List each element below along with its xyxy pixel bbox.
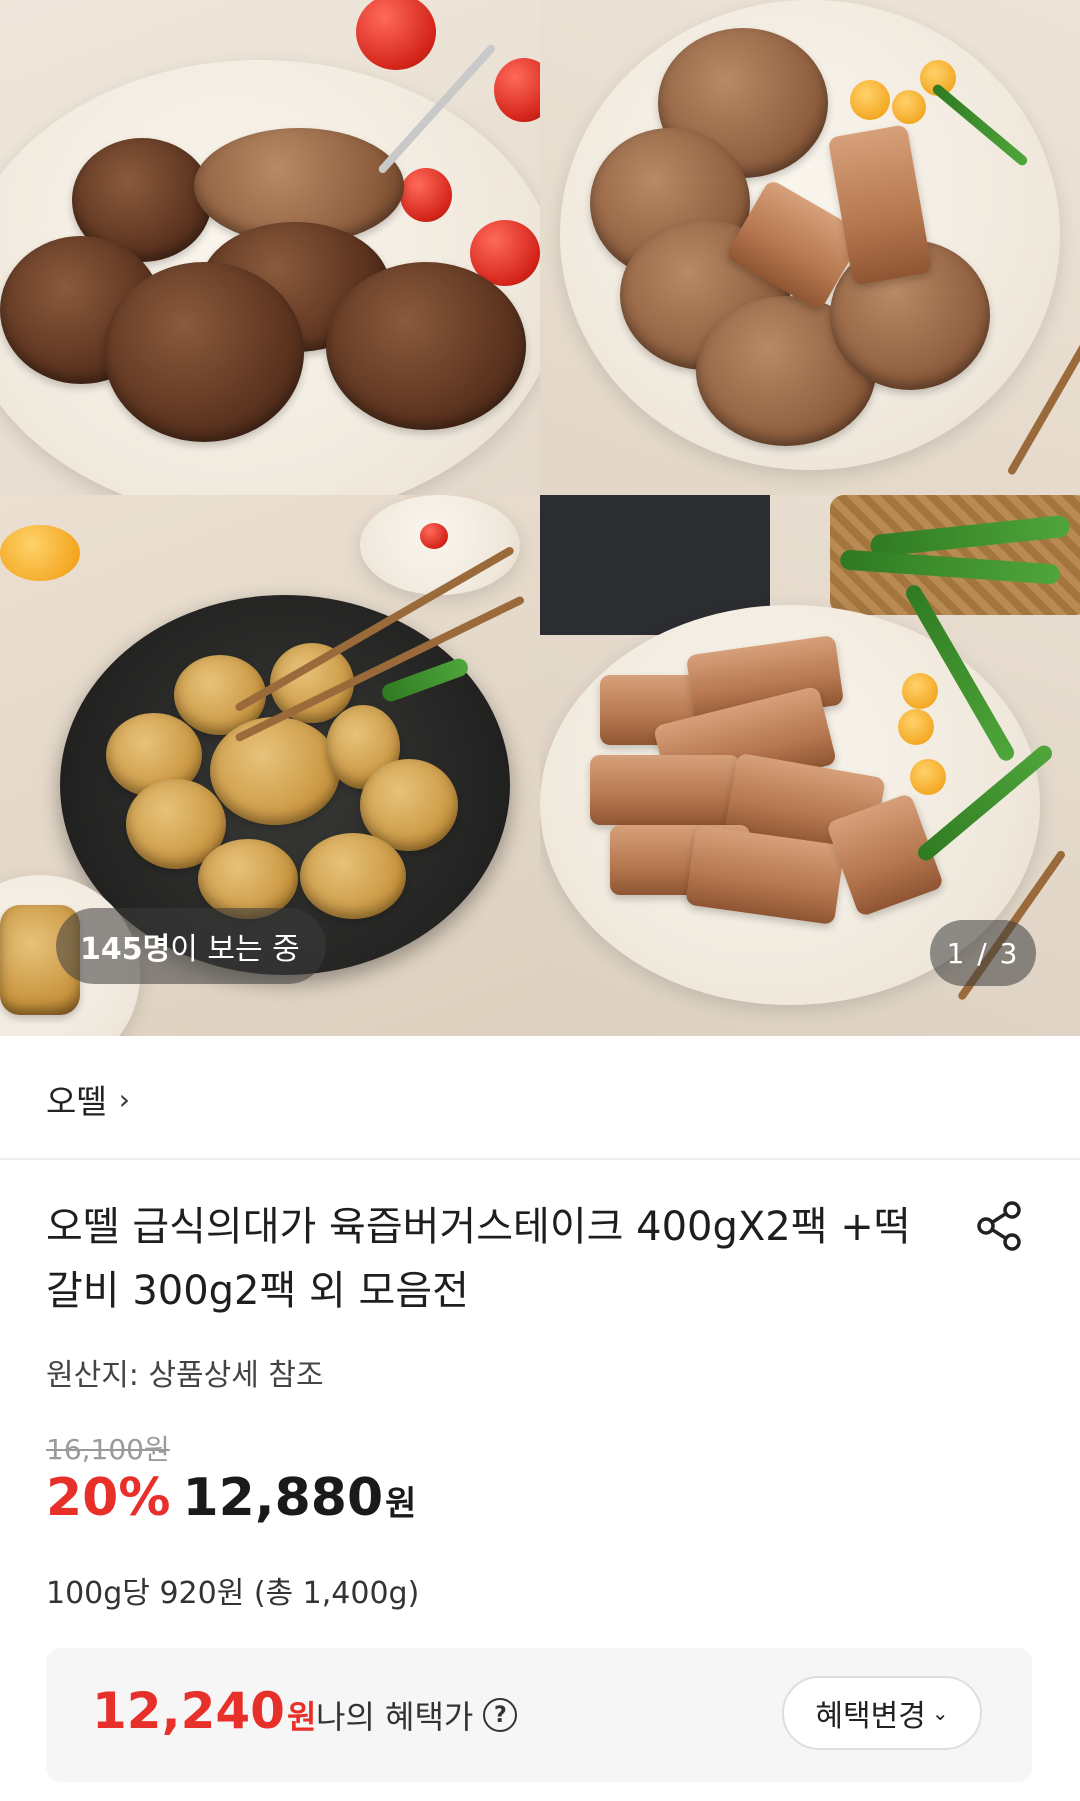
benefit-label: 나의 혜택가 ? <box>316 1692 518 1738</box>
discount-rate: 20% <box>46 1468 171 1528</box>
change-benefit-label: 혜택변경 <box>815 1699 926 1734</box>
benefit-price-box: 12,240 원 나의 혜택가 ? 혜택변경 ⌄ <box>46 1648 1032 1782</box>
unit-price: 100g당 920원 (총 1,400g) <box>46 1576 420 1611</box>
chevron-right-icon: › <box>118 1082 130 1116</box>
sale-price-currency: 원 <box>385 1484 417 1524</box>
change-benefit-button[interactable]: 혜택변경 ⌄ <box>782 1676 982 1750</box>
price-row: 20% 12,880 원 <box>46 1468 416 1528</box>
viewer-count-badge: 145명 이 보는 중 <box>56 908 326 984</box>
brand-link[interactable]: 오뗄 › <box>46 1075 130 1123</box>
sale-price: 12,880 <box>182 1468 384 1528</box>
origin-info: 원산지: 상품상세 참조 <box>46 1358 324 1393</box>
chevron-down-icon: ⌄ <box>931 1701 949 1725</box>
benefit-price-currency: 원 <box>286 1698 317 1736</box>
original-price: 16,100원 <box>46 1433 170 1466</box>
benefit-price-value: 12,240 <box>92 1682 285 1740</box>
benefit-label-text: 나의 혜택가 <box>316 1698 474 1736</box>
product-image-gallery[interactable]: 145명 이 보는 중 1 / 3 <box>0 0 1080 1036</box>
image-pager: 1 / 3 <box>930 920 1036 986</box>
benefit-price: 12,240 원 <box>92 1682 316 1740</box>
product-title: 오뗄 급식의대가 육즙버거스테이크 400gX2팩 +떡갈비 300g2팩 외 … <box>46 1204 911 1314</box>
product-image-tteokgalbi <box>540 0 1080 495</box>
brand-name: 오뗄 <box>46 1082 107 1121</box>
viewer-count-suffix: 이 보는 중 <box>170 932 300 967</box>
share-icon[interactable] <box>972 1198 1028 1254</box>
divider <box>0 1158 1080 1160</box>
viewer-count: 145명 <box>80 932 171 967</box>
product-image-hamburg-steak <box>0 0 540 495</box>
help-icon[interactable]: ? <box>483 1698 518 1732</box>
